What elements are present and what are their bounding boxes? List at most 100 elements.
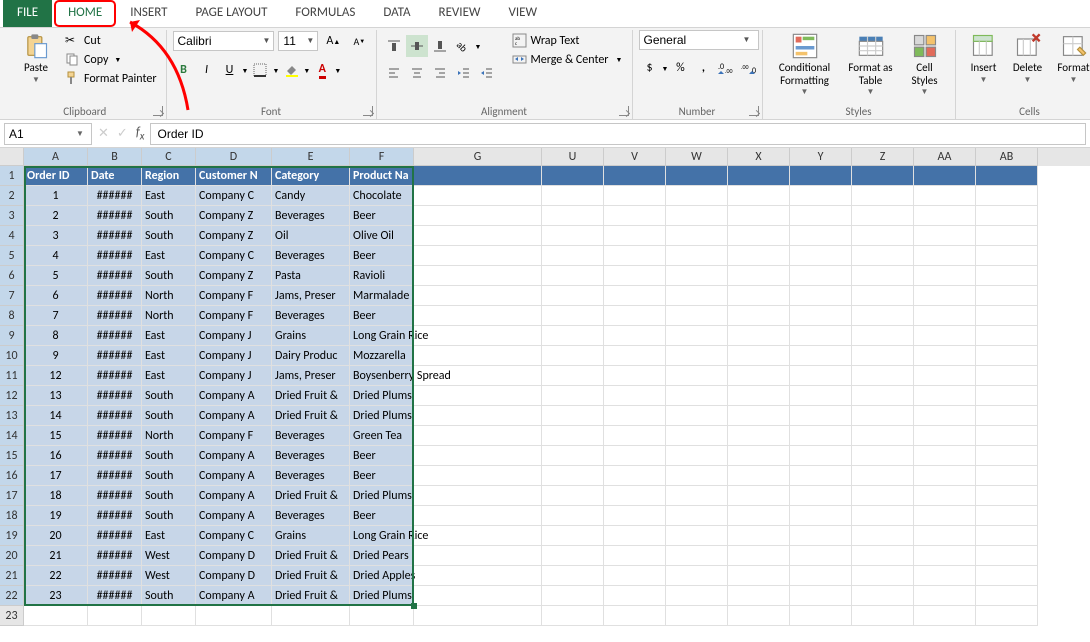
cell[interactable]: Company C	[196, 186, 272, 206]
cell[interactable]	[976, 586, 1038, 606]
cell[interactable]: Dried Fruit &	[272, 546, 350, 566]
cell[interactable]: 12	[24, 366, 88, 386]
cell[interactable]	[414, 186, 542, 206]
cell[interactable]	[976, 306, 1038, 326]
cell[interactable]	[604, 326, 666, 346]
cell[interactable]	[728, 406, 790, 426]
cell[interactable]	[914, 166, 976, 186]
bold-button[interactable]: B	[173, 59, 195, 81]
cell[interactable]	[852, 226, 914, 246]
cell[interactable]	[852, 426, 914, 446]
cell[interactable]	[542, 586, 604, 606]
cell[interactable]	[542, 326, 604, 346]
cell[interactable]	[666, 286, 728, 306]
cell[interactable]	[414, 586, 542, 606]
cell[interactable]: 17	[24, 466, 88, 486]
cell[interactable]	[414, 326, 542, 346]
borders-button[interactable]	[249, 59, 271, 81]
cell[interactable]	[976, 506, 1038, 526]
cell[interactable]: 6	[24, 286, 88, 306]
cell[interactable]	[414, 506, 542, 526]
cell[interactable]	[604, 166, 666, 186]
font-family-combo[interactable]: ▼	[173, 31, 275, 51]
cell[interactable]	[976, 526, 1038, 546]
align-bottom-button[interactable]	[429, 35, 451, 57]
cell[interactable]	[542, 406, 604, 426]
cell[interactable]	[542, 426, 604, 446]
cell[interactable]	[604, 446, 666, 466]
cell[interactable]	[790, 166, 852, 186]
cell[interactable]	[914, 526, 976, 546]
cell[interactable]: Jams, Preser	[272, 286, 350, 306]
cell[interactable]	[414, 486, 542, 506]
cell[interactable]	[542, 546, 604, 566]
paste-button[interactable]: Paste ▼	[10, 30, 62, 87]
cell[interactable]	[728, 326, 790, 346]
row-header[interactable]: 12	[0, 386, 24, 406]
cell[interactable]	[976, 166, 1038, 186]
grow-font-button[interactable]: A▲	[322, 30, 344, 52]
cell[interactable]: 19	[24, 506, 88, 526]
cell[interactable]	[88, 606, 142, 626]
cell[interactable]: ######	[88, 446, 142, 466]
cell[interactable]	[604, 246, 666, 266]
tab-page-layout[interactable]: PAGE LAYOUT	[182, 0, 282, 27]
cell[interactable]	[414, 566, 542, 586]
cell[interactable]	[790, 266, 852, 286]
dialog-launcher[interactable]	[619, 106, 629, 116]
cell[interactable]	[542, 386, 604, 406]
cell[interactable]: 21	[24, 546, 88, 566]
cell[interactable]	[542, 606, 604, 626]
cell[interactable]	[542, 286, 604, 306]
cell[interactable]	[414, 366, 542, 386]
row-header[interactable]: 3	[0, 206, 24, 226]
cell[interactable]: Pasta	[272, 266, 350, 286]
cell[interactable]: 1	[24, 186, 88, 206]
cell[interactable]: South	[142, 226, 196, 246]
cell[interactable]	[790, 506, 852, 526]
cell[interactable]	[790, 446, 852, 466]
cell[interactable]	[542, 486, 604, 506]
cell[interactable]: South	[142, 506, 196, 526]
column-header[interactable]: G	[414, 148, 542, 166]
cell[interactable]	[666, 526, 728, 546]
select-all-corner[interactable]	[0, 148, 24, 166]
cell[interactable]	[542, 166, 604, 186]
cell[interactable]: Date	[88, 166, 142, 186]
cell[interactable]: Region	[142, 166, 196, 186]
cell[interactable]: South	[142, 206, 196, 226]
cell[interactable]: Dried Plums	[350, 586, 414, 606]
cell[interactable]: South	[142, 266, 196, 286]
cell[interactable]	[914, 246, 976, 266]
cell[interactable]: Ravioli	[350, 266, 414, 286]
cell[interactable]: ######	[88, 346, 142, 366]
row-header[interactable]: 7	[0, 286, 24, 306]
column-header[interactable]: D	[196, 148, 272, 166]
cell[interactable]	[542, 226, 604, 246]
cancel-formula-icon[interactable]: ✕	[98, 126, 109, 141]
row-header[interactable]: 6	[0, 266, 24, 286]
tab-view[interactable]: VIEW	[495, 0, 552, 27]
align-middle-button[interactable]	[406, 35, 428, 57]
font-size-input[interactable]	[279, 34, 303, 48]
cell[interactable]: Candy	[272, 186, 350, 206]
font-color-button[interactable]: A	[311, 59, 333, 81]
cell[interactable]	[728, 446, 790, 466]
cell[interactable]: Mozzarella	[350, 346, 414, 366]
cell[interactable]	[666, 586, 728, 606]
cell[interactable]: West	[142, 546, 196, 566]
cell[interactable]	[414, 226, 542, 246]
cell[interactable]	[790, 486, 852, 506]
cell[interactable]	[604, 406, 666, 426]
cell[interactable]	[976, 206, 1038, 226]
cell[interactable]	[852, 606, 914, 626]
cell[interactable]	[852, 386, 914, 406]
cell[interactable]	[542, 306, 604, 326]
cell[interactable]: Oil	[272, 226, 350, 246]
cell[interactable]	[914, 286, 976, 306]
cell[interactable]	[604, 346, 666, 366]
row-header[interactable]: 2	[0, 186, 24, 206]
cell[interactable]	[542, 186, 604, 206]
cell[interactable]	[542, 346, 604, 366]
cell[interactable]	[976, 386, 1038, 406]
